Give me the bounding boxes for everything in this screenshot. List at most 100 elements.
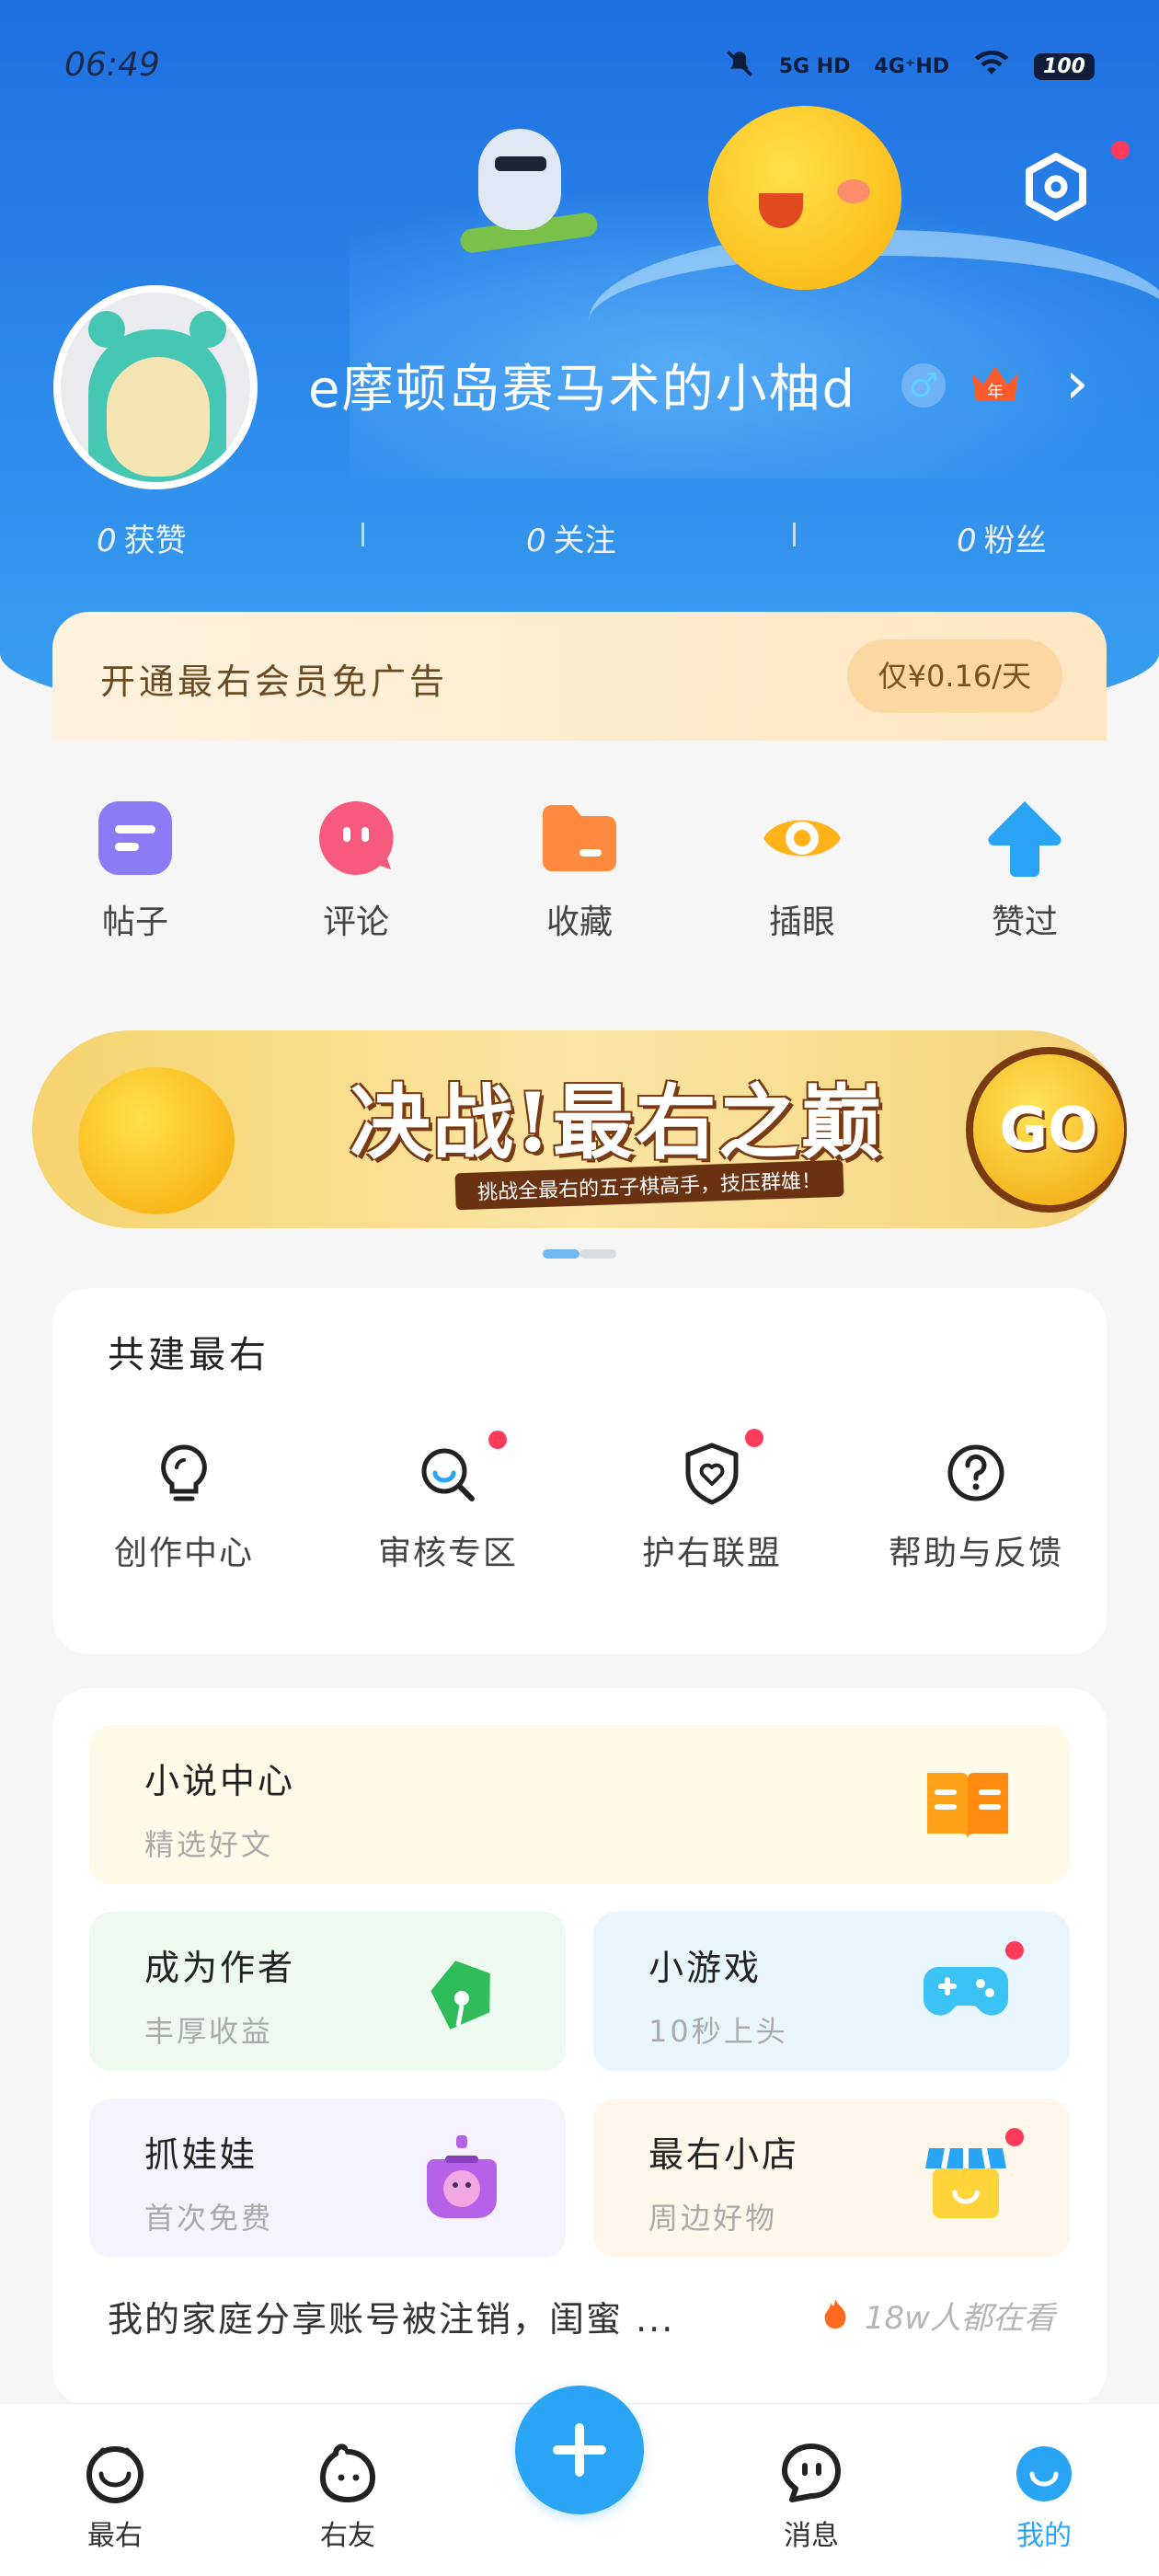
- plus-icon: [553, 2423, 606, 2477]
- vip-price-button[interactable]: 仅¥0.16/天: [846, 639, 1062, 713]
- vip-crown-badge: 年: [968, 361, 1023, 407]
- eye-icon: [760, 796, 844, 880]
- banner-sun-mascot: [78, 1067, 235, 1214]
- sim2-signal-label: 4G⁺HD: [874, 54, 950, 78]
- become-author-tile[interactable]: 成为作者 丰厚收益: [89, 1912, 566, 2071]
- trending-post-title: 我的家庭分享账号被注销，闺蜜 ...: [108, 2299, 675, 2340]
- nav-tab-messages[interactable]: 消息: [756, 2441, 866, 2553]
- bottom-navigation: 最右 右友 消息 我的: [0, 2386, 1159, 2576]
- vip-banner-text: 开通最右会员免广告: [100, 661, 449, 702]
- help-feedback-item[interactable]: 帮助与反馈: [866, 1440, 1086, 1574]
- stat-fans[interactable]: 0 粉丝: [957, 515, 1047, 560]
- quick-action-comments[interactable]: 评论: [282, 796, 430, 943]
- tile-subtitle: 周边好物: [648, 2201, 778, 2236]
- tile-subtitle: 10秒上头: [648, 2014, 788, 2049]
- male-icon: ♂: [901, 363, 946, 408]
- stat-likes[interactable]: 0 获赞: [97, 515, 187, 560]
- trending-post-row[interactable]: 我的家庭分享账号被注销，闺蜜 ... 18w人都在看: [108, 2291, 1055, 2346]
- username[interactable]: e摩顿岛赛马术的小柚d: [308, 348, 856, 422]
- nav-label: 右友: [320, 2520, 375, 2552]
- mini-games-tile[interactable]: 小游戏 10秒上头: [593, 1912, 1070, 2071]
- claw-machine-icon: [416, 2132, 508, 2224]
- profile-stats: 0 获赞 0 关注 0 粉丝: [0, 515, 1159, 561]
- settings-hexagon-icon: [1026, 153, 1086, 221]
- quick-action-posts[interactable]: 帖子: [62, 796, 209, 943]
- pager-dot-active: [543, 1249, 580, 1259]
- zuiyou-shop-tile[interactable]: 最右小店 周边好物: [593, 2099, 1070, 2258]
- status-icons: 5G HD 4G⁺HD 100: [724, 48, 1095, 85]
- vip-membership-banner[interactable]: 开通最右会员免广告 仅¥0.16/天: [52, 612, 1107, 741]
- fire-icon: [821, 2299, 859, 2337]
- pager-dot: [580, 1249, 616, 1259]
- folder-icon: [537, 796, 622, 880]
- create-post-button[interactable]: [515, 2386, 644, 2514]
- nav-tab-me[interactable]: 我的: [989, 2441, 1099, 2553]
- message-icon: [779, 2441, 843, 2505]
- games-notification-dot: [1005, 1941, 1024, 1960]
- tile-title: 小说中心: [144, 1761, 296, 1801]
- nav-label: 消息: [784, 2520, 839, 2552]
- home-face-icon: [83, 2441, 147, 2505]
- stat-divider: [361, 523, 364, 546]
- pen-nib-icon: [416, 1947, 508, 2039]
- help-icon: [943, 1440, 1009, 1506]
- build-label: 审核专区: [377, 1535, 518, 1572]
- tile-title: 成为作者: [144, 1948, 296, 1988]
- trending-view-count: 18w人都在看: [821, 2293, 1055, 2338]
- stat-following[interactable]: 0 关注: [526, 515, 616, 560]
- gamepad-icon: [920, 1949, 1012, 2041]
- post-icon: [93, 796, 178, 880]
- tile-title: 抓娃娃: [144, 2134, 258, 2175]
- build-label: 创作中心: [113, 1535, 254, 1572]
- guardian-alliance-item[interactable]: 护右联盟: [602, 1429, 822, 1574]
- review-zone-item[interactable]: 审核专区: [338, 1431, 558, 1574]
- shop-notification-dot: [1005, 2128, 1024, 2146]
- nav-label: 最右: [87, 2520, 143, 2552]
- book-icon: [922, 1764, 1014, 1856]
- mute-icon: [724, 48, 755, 85]
- avatar[interactable]: [53, 285, 258, 489]
- wifi-icon: [973, 50, 1010, 83]
- quick-action-label: 赞过: [991, 903, 1058, 941]
- quick-action-liked[interactable]: 赞过: [951, 796, 1098, 943]
- battery-indicator: 100: [1034, 52, 1095, 80]
- co-build-card: 共建最右 创作中心 审核专区 护右联盟 帮助与反馈: [52, 1288, 1107, 1654]
- banner-go-button[interactable]: GO: [966, 1047, 1127, 1213]
- quick-action-label: 收藏: [545, 903, 613, 941]
- nav-label: 我的: [1016, 2520, 1072, 2552]
- gomoku-game-banner[interactable]: 决战!最右之巅 挑战全最右的五子棋高手，技压群雄！ GO: [32, 1030, 1127, 1228]
- quick-action-favorites[interactable]: 收藏: [506, 796, 653, 943]
- stat-divider: [793, 523, 796, 546]
- shield-heart-icon: [679, 1440, 745, 1506]
- banner-title: 决战!最右之巅: [350, 1075, 884, 1170]
- nav-tab-home[interactable]: 最右: [60, 2441, 170, 2553]
- status-bar: 06:49 5G HD 4G⁺HD 100: [0, 0, 1159, 138]
- settings-notification-dot: [1111, 141, 1130, 159]
- claw-machine-tile[interactable]: 抓娃娃 首次免费: [89, 2099, 566, 2258]
- comment-icon: [314, 796, 398, 880]
- tile-title: 最右小店: [648, 2134, 800, 2175]
- banner-pager: [543, 1249, 616, 1259]
- tile-subtitle: 精选好文: [144, 1827, 274, 1862]
- nav-tab-friends[interactable]: 右友: [293, 2441, 403, 2553]
- novel-center-tile[interactable]: 小说中心 精选好文: [89, 1725, 1070, 1884]
- review-search-icon: [415, 1440, 481, 1506]
- tile-subtitle: 丰厚收益: [144, 2014, 274, 2049]
- quick-action-bookmarks[interactable]: 插眼: [729, 796, 876, 943]
- svg-text:年: 年: [987, 383, 1004, 402]
- quick-action-label: 评论: [322, 903, 389, 941]
- sim1-signal-label: 5G HD: [778, 54, 851, 78]
- thumb-up-icon: [982, 796, 1067, 880]
- profile-chevron-right-icon[interactable]: ›: [1065, 354, 1089, 413]
- surfing-bird-mascot: [458, 129, 600, 255]
- build-label: 护右联盟: [641, 1535, 782, 1572]
- review-notification-dot: [488, 1431, 507, 1449]
- creator-center-item[interactable]: 创作中心: [74, 1440, 294, 1574]
- quick-action-label: 帖子: [101, 903, 168, 941]
- guardian-notification-dot: [745, 1429, 763, 1447]
- status-time: 06:49: [64, 46, 160, 84]
- settings-button[interactable]: [1021, 152, 1091, 222]
- build-label: 帮助与反馈: [888, 1535, 1063, 1572]
- me-icon: [1012, 2441, 1076, 2505]
- features-card: 小说中心 精选好文 成为作者 丰厚收益 小游戏 10秒上头 抓娃娃 首次免费 最…: [52, 1688, 1107, 2406]
